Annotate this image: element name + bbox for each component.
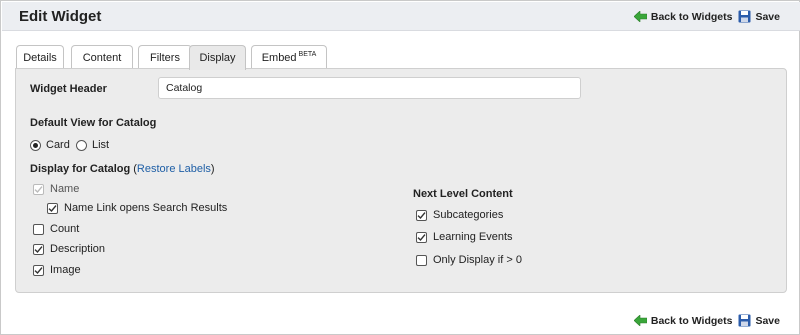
checkmark-icon	[417, 211, 426, 219]
description-checkbox[interactable]	[33, 243, 44, 255]
checkmark-icon	[34, 266, 43, 274]
checkmark-icon	[48, 204, 57, 212]
tab-embed[interactable]: Embed BETA	[251, 45, 327, 69]
back-arrow-icon	[633, 315, 647, 326]
only-display-checkbox-label: Only Display if > 0	[433, 254, 522, 266]
next-level-content-label: Next Level Content	[413, 188, 513, 200]
back-arrow-icon	[633, 11, 647, 22]
tab-filters[interactable]: Filters	[138, 45, 192, 69]
view-option-list[interactable]: List	[76, 139, 109, 151]
back-to-widgets-label: Back to Widgets	[650, 10, 733, 23]
page-frame: Edit Widget Back to Widgets Save Details…	[0, 0, 800, 335]
display-panel: Widget Header Default View for Catalog C…	[15, 68, 787, 293]
name-link-checkbox-label: Name Link opens Search Results	[64, 202, 228, 214]
view-option-card[interactable]: Card	[30, 139, 70, 151]
bottom-actions: Back to Widgets Save	[633, 314, 780, 327]
tab-content[interactable]: Content	[71, 45, 133, 69]
next-item-learning-events[interactable]: Learning Events	[416, 231, 513, 243]
back-to-widgets-label: Back to Widgets	[650, 314, 733, 327]
tab-content-label: Content	[82, 51, 122, 64]
only-display-checkbox[interactable]	[416, 254, 427, 266]
image-checkbox-label: Image	[50, 264, 81, 276]
default-view-label: Default View for Catalog	[30, 117, 157, 129]
tab-display-label: Display	[199, 52, 236, 64]
name-checkbox	[33, 183, 44, 195]
save-label: Save	[755, 10, 780, 23]
description-checkbox-label: Description	[50, 243, 106, 255]
display-item-name-link[interactable]: Name Link opens Search Results	[47, 202, 227, 214]
card-radio-label: Card	[46, 139, 70, 151]
widget-header-input[interactable]	[158, 77, 581, 99]
subcategories-checkbox-label: Subcategories	[433, 209, 504, 221]
display-for-catalog-heading: Display for Catalog ( Restore Labels )	[30, 163, 215, 175]
beta-badge: BETA	[298, 51, 317, 58]
floppy-disk-icon	[738, 314, 751, 327]
save-button[interactable]: Save	[738, 314, 780, 327]
tab-details[interactable]: Details	[16, 45, 64, 69]
display-item-count[interactable]: Count	[33, 223, 79, 235]
count-checkbox[interactable]	[33, 223, 44, 235]
image-checkbox[interactable]	[33, 264, 44, 276]
card-radio[interactable]	[30, 139, 41, 151]
learning-events-checkbox[interactable]	[416, 231, 427, 243]
checkmark-icon	[417, 233, 426, 241]
subcategories-checkbox[interactable]	[416, 209, 427, 221]
top-actions: Back to Widgets Save	[633, 10, 780, 23]
radio-selected-dot	[33, 142, 38, 148]
restore-labels-link[interactable]: Restore Labels	[137, 163, 211, 175]
checkmark-icon	[34, 185, 43, 193]
paren-close: )	[210, 163, 215, 175]
save-label: Save	[755, 314, 780, 327]
list-radio-label: List	[92, 139, 110, 151]
back-to-widgets-link[interactable]: Back to Widgets	[633, 314, 733, 327]
page-title: Edit Widget	[19, 8, 102, 25]
tab-filters-label: Filters	[150, 51, 180, 64]
display-item-name: Name	[33, 183, 79, 195]
count-checkbox-label: Count	[50, 223, 80, 235]
display-item-image[interactable]: Image	[33, 264, 81, 276]
learning-events-checkbox-label: Learning Events	[433, 231, 513, 243]
tab-details-label: Details	[23, 51, 57, 64]
floppy-disk-icon	[738, 10, 751, 23]
list-radio[interactable]	[76, 139, 87, 151]
tab-embed-label: Embed	[261, 51, 297, 64]
name-link-checkbox[interactable]	[47, 202, 58, 214]
name-checkbox-label: Name	[50, 183, 80, 195]
next-item-subcategories[interactable]: Subcategories	[416, 209, 503, 221]
widget-header-label: Widget Header	[30, 83, 107, 95]
tab-display[interactable]: Display	[189, 45, 246, 70]
checkmark-icon	[34, 245, 43, 253]
display-item-description[interactable]: Description	[33, 243, 105, 255]
next-item-only-display[interactable]: Only Display if > 0	[416, 254, 522, 266]
back-to-widgets-link[interactable]: Back to Widgets	[633, 10, 733, 23]
display-for-catalog-label: Display for Catalog	[30, 163, 131, 175]
save-button[interactable]: Save	[738, 10, 780, 23]
